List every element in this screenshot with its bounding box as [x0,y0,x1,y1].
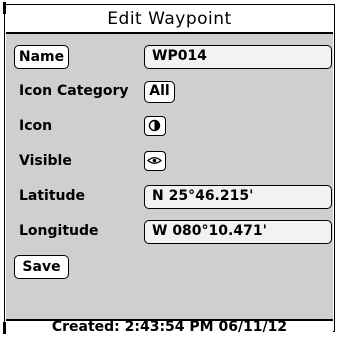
frame-corner-mark [3,322,6,334]
icon-selector[interactable] [144,116,166,136]
icon-category-selector[interactable]: All [144,81,175,103]
dialog-frame: Edit Waypoint Name WP014 Icon Category A… [4,4,335,335]
eye-icon [147,157,162,164]
name-input[interactable]: WP014 [144,45,332,69]
longitude-input[interactable]: W 080°10.471' [144,220,332,244]
longitude-label: Longitude [19,223,99,239]
created-timestamp: Created: 2:43:54 PM 06/11/12 [51,319,288,335]
round-waypoint-icon [148,119,161,132]
form-panel: Name WP014 Icon Category All Icon Visibl… [6,34,333,319]
icon-label: Icon [19,118,53,134]
save-button[interactable]: Save [14,255,69,279]
name-button[interactable]: Name [14,45,69,69]
visible-label: Visible [19,153,72,169]
latitude-label: Latitude [19,188,86,204]
icon-category-label: Icon Category [19,83,129,99]
latitude-input[interactable]: N 25°46.215' [144,185,332,209]
dialog-title: Edit Waypoint [6,6,333,34]
status-footer: Created: 2:43:54 PM 06/11/12 [6,319,333,335]
edit-waypoint-dialog: Edit Waypoint Name WP014 Icon Category A… [3,2,335,335]
frame-corner-mark [3,2,6,14]
visible-toggle[interactable] [144,151,166,171]
